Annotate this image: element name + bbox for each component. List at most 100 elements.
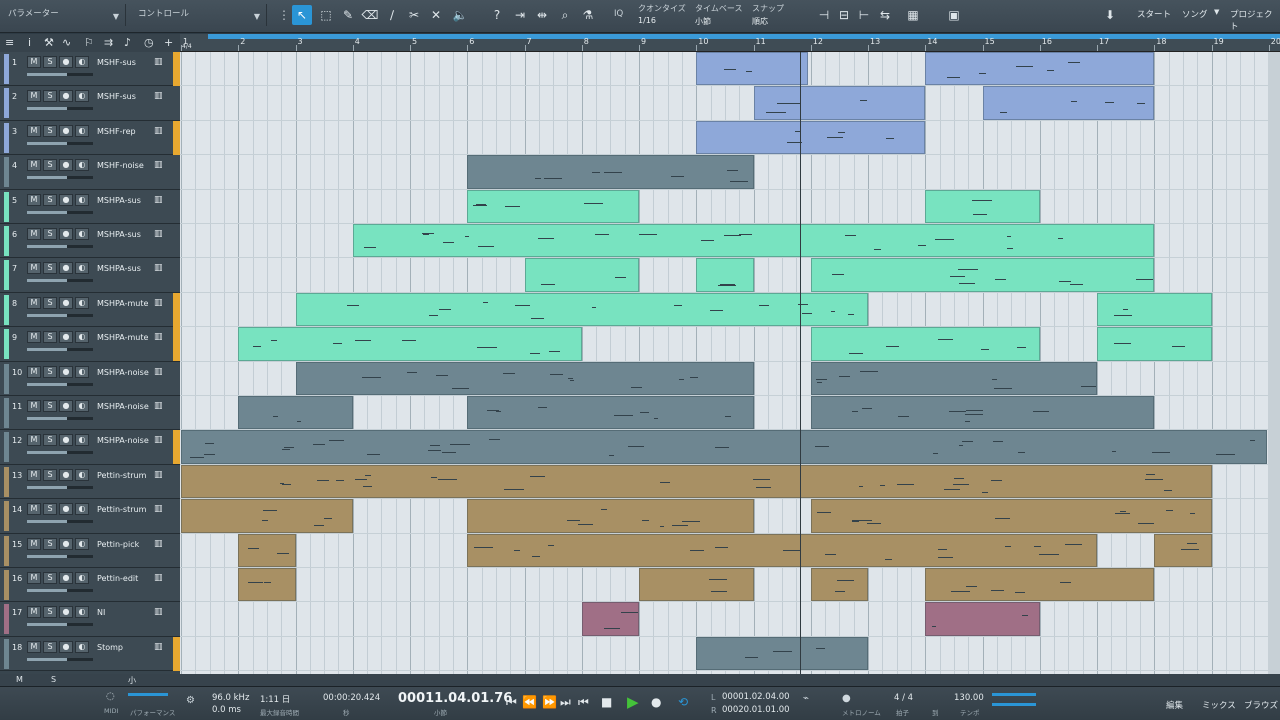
record-arm-icon[interactable]: ● — [59, 56, 73, 68]
quantize-value[interactable]: 1/16 — [638, 16, 656, 25]
mute-button[interactable]: M — [27, 90, 41, 103]
monitor-icon[interactable]: ◐ — [75, 400, 89, 412]
start-button[interactable]: スタート — [1137, 8, 1171, 20]
keyboard-icon[interactable]: ▥ — [154, 195, 163, 205]
loop-range-bar[interactable] — [208, 34, 1280, 39]
control-dropdown[interactable]: コントロール ▼ — [130, 4, 267, 26]
event-clip[interactable] — [810, 568, 868, 602]
monitor-icon[interactable]: ◐ — [75, 159, 89, 172]
event-clip[interactable] — [925, 568, 1155, 602]
event-clip[interactable] — [982, 86, 1155, 120]
mute-button[interactable]: M — [27, 262, 41, 275]
track-header[interactable]: 18 M S ● ◐ Stomp ▥ — [0, 636, 180, 672]
solo-button[interactable]: S — [43, 365, 57, 378]
event-clip[interactable] — [696, 120, 926, 155]
track-header[interactable]: 17 M S ● ◐ NI ▥ — [0, 602, 180, 637]
record-arm-icon[interactable]: ● — [59, 434, 73, 447]
monitor-icon[interactable]: ◐ — [75, 503, 89, 516]
volume-fader[interactable] — [27, 73, 93, 76]
volume-fader[interactable] — [27, 348, 93, 352]
event-clip[interactable] — [810, 396, 1155, 430]
event-clip[interactable] — [467, 155, 754, 189]
monitor-icon[interactable]: ◐ — [75, 262, 89, 275]
track-header[interactable]: 9 M S ● ◐ MSHPA-mute ▥ — [0, 327, 180, 362]
end-icon[interactable]: ⏭ — [560, 695, 571, 710]
record-arm-icon[interactable]: ● — [59, 468, 73, 481]
event-clip[interactable] — [467, 533, 1097, 567]
monitor-icon[interactable]: ◐ — [75, 296, 89, 309]
snap-icon[interactable]: ⚗ — [578, 5, 598, 25]
export-icon[interactable]: ⬇ — [1100, 5, 1120, 25]
rewind-icon[interactable]: ⏪ — [522, 695, 537, 709]
edit-button[interactable]: 編集 — [1166, 699, 1183, 711]
monitor-icon[interactable]: ◐ — [75, 572, 89, 584]
volume-fader[interactable] — [27, 210, 93, 214]
track-name[interactable]: Pettin-strum — [97, 505, 146, 514]
show-m-button[interactable]: M — [16, 675, 23, 684]
monitor-icon[interactable]: ◐ — [75, 468, 89, 481]
mute-button[interactable]: M — [27, 400, 41, 412]
track-name[interactable]: MSHPA-sus — [97, 196, 141, 205]
track-header[interactable]: 16 M S ● ◐ Pettin-edit ▥ — [0, 568, 180, 603]
event-clip[interactable] — [810, 499, 1212, 533]
track-header[interactable]: 10 M S ● ◐ MSHPA-noise ▥ — [0, 361, 180, 396]
event-clip[interactable] — [238, 396, 353, 430]
event-clip[interactable] — [925, 189, 1040, 223]
vertical-scrollbar[interactable] — [1268, 52, 1280, 674]
scrub-forward-icon[interactable]: ⇥ — [510, 5, 530, 25]
monitor-icon[interactable]: ◐ — [75, 56, 89, 68]
mute-button[interactable]: M — [27, 537, 41, 550]
volume-fader[interactable] — [27, 485, 93, 489]
fast-forward-icon[interactable]: ⏩ — [542, 695, 557, 709]
record-arm-icon[interactable]: ● — [59, 365, 73, 378]
mute-button[interactable]: M — [27, 468, 41, 481]
keyboard-icon[interactable]: ▥ — [154, 367, 163, 377]
track-header[interactable]: 15 M S ● ◐ Pettin-pick ▥ — [0, 533, 180, 568]
keyboard-icon[interactable]: ▥ — [154, 298, 163, 308]
timeline-ruler[interactable]: 4/4 1 2 3 4 5 6 7 8 9 10 11 12 13 14 15 16 17 18 19 20 — [180, 34, 1280, 52]
track-name[interactable]: Stomp — [97, 643, 123, 652]
solo-button[interactable]: S — [43, 468, 57, 481]
playhead-cursor[interactable] — [800, 52, 801, 674]
horizontal-scrollbar[interactable]: M S 小 — [0, 674, 1280, 686]
event-clip[interactable] — [467, 499, 754, 533]
volume-fader[interactable] — [27, 382, 93, 386]
track-header[interactable]: 5 M S ● ◐ MSHPA-sus ▥ — [0, 189, 180, 224]
stop-icon[interactable]: ■ — [601, 695, 612, 709]
flag-icon[interactable]: ⚐ — [84, 36, 94, 49]
nudge-icon[interactable]: ⊟ — [834, 5, 854, 25]
track-name[interactable]: MSHPA-noise — [97, 436, 149, 445]
tempo-value[interactable]: 130.00 — [954, 693, 984, 703]
event-clip[interactable] — [181, 464, 1212, 499]
volume-fader[interactable] — [27, 417, 93, 420]
event-clip[interactable] — [810, 361, 1097, 395]
track-name[interactable]: Pettin-edit — [97, 574, 138, 583]
track-name[interactable]: MSHPA-noise — [97, 402, 149, 411]
mute-button[interactable]: M — [27, 159, 41, 172]
keyboard-icon[interactable]: ▥ — [154, 160, 163, 170]
record-arm-icon[interactable]: ● — [59, 572, 73, 584]
track-name[interactable]: MSHF-sus — [97, 92, 136, 101]
record-arm-icon[interactable]: ● — [59, 640, 73, 653]
bars-display[interactable]: 00011.04.01.76 — [398, 691, 512, 706]
mute-button[interactable]: M — [27, 365, 41, 378]
parameter-dropdown[interactable]: パラメーター ▼ — [0, 4, 126, 26]
nudge-left-icon[interactable]: ⊣ — [814, 5, 834, 25]
range-tool-icon[interactable]: ⬚ — [316, 5, 336, 25]
event-clip[interactable] — [810, 258, 1155, 292]
zoom-small-button[interactable]: 小 — [128, 675, 136, 686]
volume-fader[interactable] — [27, 589, 93, 592]
autoscroll-icon[interactable]: ⇆ — [875, 5, 895, 25]
keyboard-icon[interactable]: ▥ — [154, 539, 163, 549]
volume-fader[interactable] — [27, 141, 93, 145]
record-arm-icon[interactable]: ● — [59, 124, 73, 137]
keyboard-icon[interactable]: ▥ — [154, 57, 163, 67]
solo-button[interactable]: S — [43, 503, 57, 516]
monitor-icon[interactable]: ◐ — [75, 434, 89, 447]
solo-button[interactable]: S — [43, 90, 57, 103]
monitor-icon[interactable]: ◐ — [75, 640, 89, 653]
timebase-value[interactable]: 小節 — [695, 16, 711, 27]
record-arm-icon[interactable]: ● — [59, 296, 73, 309]
keyboard-icon[interactable]: ▥ — [154, 642, 163, 652]
record-arm-icon[interactable]: ● — [59, 331, 73, 344]
